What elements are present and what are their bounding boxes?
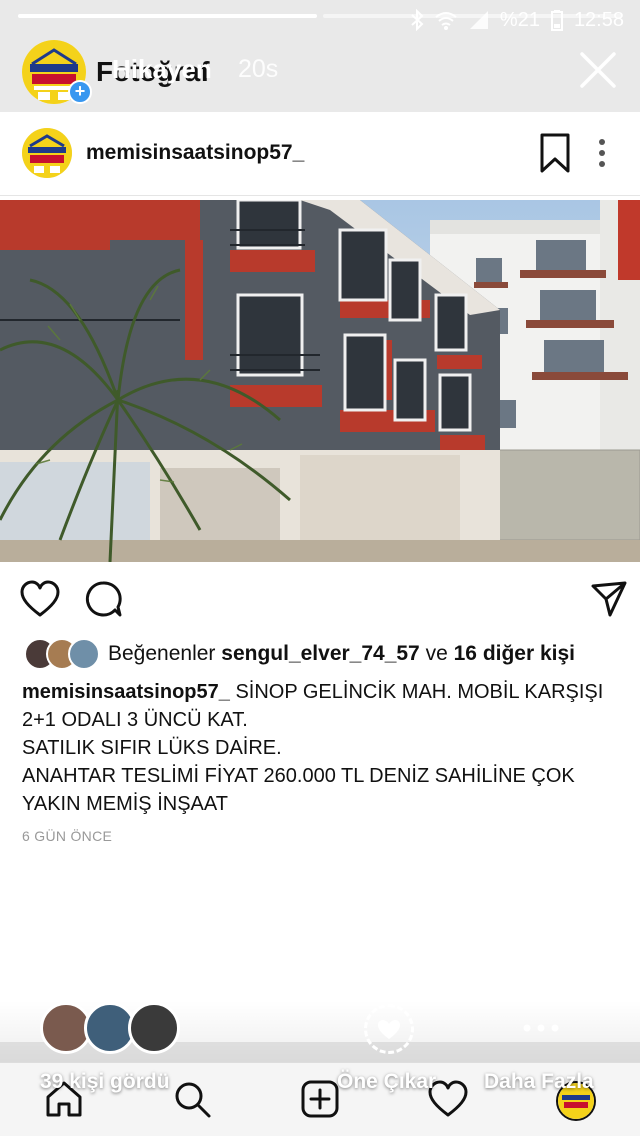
post-header: memisinsaatsinop57_	[0, 112, 640, 196]
likes-summary[interactable]: Beğenenler sengul_elver_74_57 ve 16 diğe…	[108, 642, 575, 666]
post-username[interactable]: memisinsaatsinop57_	[86, 141, 304, 165]
caption-username[interactable]: memisinsaatsinop57_	[22, 681, 230, 703]
story-header: + Fotoğraf Hikayen 20s	[0, 36, 640, 108]
clock: 12:58	[573, 8, 624, 31]
post-author-avatar[interactable]	[22, 128, 72, 178]
battery-icon	[550, 10, 563, 31]
liker-avatars[interactable]	[24, 638, 100, 670]
post-actions	[0, 576, 640, 626]
caption-line: 2+1 ODALI 3 ÜNCÜ KAT.	[22, 709, 248, 731]
more-dots-icon[interactable]	[520, 1018, 562, 1038]
close-icon[interactable]	[578, 50, 618, 90]
avatar	[128, 1002, 180, 1054]
caption-line: ANAHTAR TESLİMİ FİYAT 260.000 TL DENİZ S…	[22, 765, 575, 787]
likes-prefix: Beğenenler	[108, 642, 216, 665]
story-progress-fill	[18, 14, 317, 18]
bookmark-icon[interactable]	[538, 132, 572, 174]
story-owner-name: Hikayen	[112, 54, 212, 84]
post-date: 6 GÜN ÖNCE	[22, 828, 113, 844]
story-elapsed-time: 20s	[238, 55, 279, 83]
likes-row: Beğenenler sengul_elver_74_57 ve 16 diğe…	[24, 636, 575, 672]
highlight-label[interactable]: Öne Çıkar	[337, 1070, 436, 1094]
battery-percent: %21	[499, 8, 540, 31]
post-caption: memisinsaatsinop57_ SİNOP GELİNCİK MAH. …	[22, 678, 622, 818]
story-progress-segment	[18, 14, 317, 18]
post-photo[interactable]	[0, 200, 640, 562]
add-story-badge[interactable]: +	[68, 80, 92, 104]
wifi-icon	[435, 12, 457, 30]
comment-icon[interactable]	[84, 580, 122, 618]
caption-line: SATILIK SIFIR LÜKS DAİRE.	[22, 737, 282, 759]
likes-and: ve	[425, 642, 448, 665]
share-icon[interactable]	[590, 580, 628, 618]
story-progress-segment	[323, 14, 622, 18]
search-icon[interactable]	[172, 1079, 212, 1119]
caption-line: SİNOP GELİNCİK MAH. MOBİL KARŞIŞI	[235, 681, 604, 703]
more-options-label[interactable]: Daha Fazla	[484, 1070, 594, 1094]
story-viewers[interactable]	[40, 1002, 188, 1054]
heart-icon[interactable]	[20, 580, 60, 618]
building-photo	[0, 200, 640, 562]
avatar	[68, 638, 100, 670]
signal-icon	[469, 11, 488, 29]
bluetooth-icon	[411, 9, 424, 31]
heart-icon	[378, 1020, 400, 1039]
caption-line: YAKIN MEMİŞ İNŞAAT	[22, 793, 228, 815]
memis-insaat-logo	[22, 128, 72, 178]
story-progress	[18, 14, 622, 18]
more-options-icon[interactable]	[592, 136, 612, 170]
post-card: memisinsaatsinop57_ Beğenenler sengul_el…	[0, 112, 640, 1042]
likes-others-count[interactable]: 16 diğer kişi	[454, 642, 575, 665]
status-bar: %21 12:58	[410, 6, 624, 34]
highlight-button[interactable]	[364, 1004, 414, 1054]
add-post-icon[interactable]	[300, 1079, 340, 1119]
liker-username[interactable]: sengul_elver_74_57	[221, 642, 419, 665]
viewers-count[interactable]: 39 kişi gördü	[40, 1070, 170, 1094]
